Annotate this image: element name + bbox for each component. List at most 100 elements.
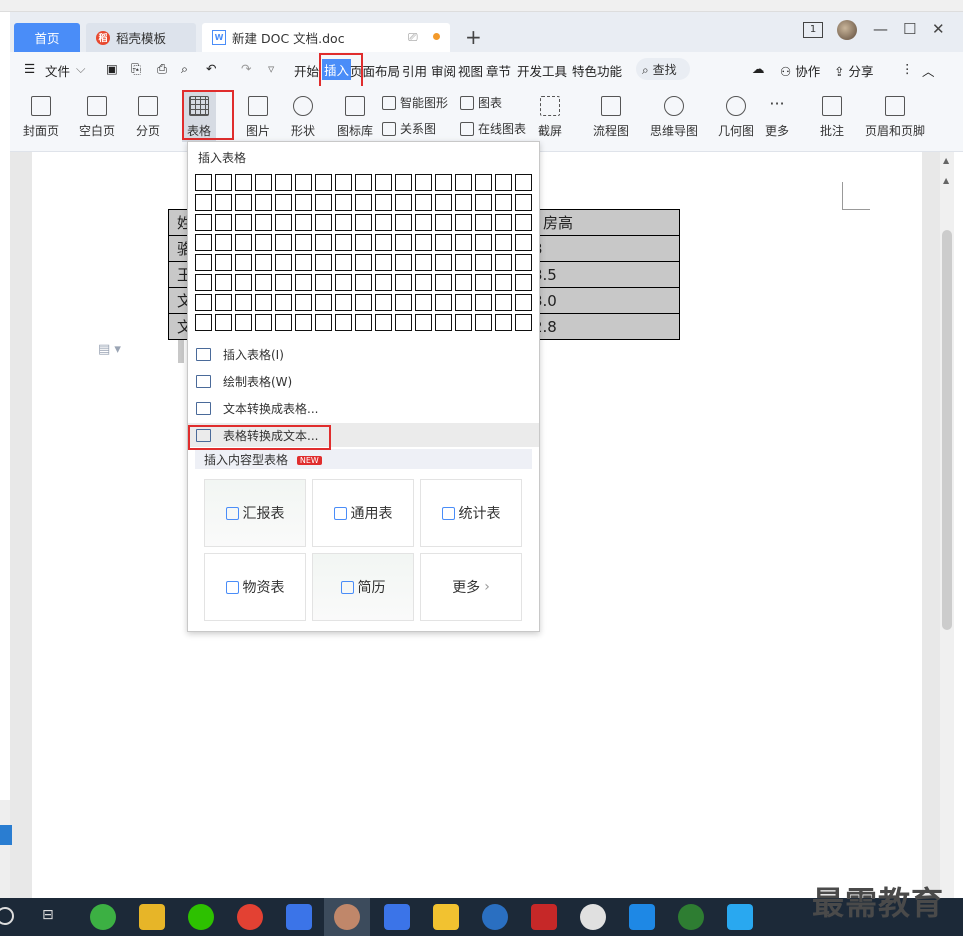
table-size-cell[interactable] xyxy=(315,214,332,231)
save-icon[interactable]: ▣ xyxy=(106,61,118,76)
table-size-cell[interactable] xyxy=(335,314,352,331)
table-size-cell[interactable] xyxy=(235,274,252,291)
card-assets[interactable]: 物资表 xyxy=(204,553,306,621)
table-size-cell[interactable] xyxy=(515,274,532,291)
table-size-cell[interactable] xyxy=(295,214,312,231)
table-size-cell[interactable] xyxy=(455,294,472,311)
menu-chapter[interactable]: 章节 xyxy=(486,61,511,80)
undo-icon[interactable]: ↶ xyxy=(206,61,216,76)
table-size-cell[interactable] xyxy=(495,234,512,251)
table-size-cell[interactable] xyxy=(255,294,272,311)
table-size-cell[interactable] xyxy=(295,174,312,191)
table-size-cell[interactable] xyxy=(195,194,212,211)
table-size-cell[interactable] xyxy=(275,294,292,311)
share-button[interactable]: ⇪ 分享 xyxy=(834,61,873,80)
cover-page-button[interactable]: 封面页 xyxy=(23,94,59,139)
wps-icon[interactable] xyxy=(286,904,312,930)
table-size-cell[interactable] xyxy=(375,314,392,331)
picture-button[interactable]: 图片 xyxy=(246,94,270,139)
scroll-thumb[interactable] xyxy=(942,230,952,630)
table-size-cell[interactable] xyxy=(335,194,352,211)
card-more[interactable]: 更多 › xyxy=(420,553,522,621)
table-size-cell[interactable] xyxy=(455,274,472,291)
table-size-cell[interactable] xyxy=(215,294,232,311)
table-size-cell[interactable] xyxy=(195,234,212,251)
table-size-cell[interactable] xyxy=(235,254,252,271)
table-size-cell[interactable] xyxy=(375,194,392,211)
table-size-cell[interactable] xyxy=(355,194,372,211)
table-size-cell[interactable] xyxy=(415,194,432,211)
wps-office-icon[interactable] xyxy=(384,904,410,930)
table-size-cell[interactable] xyxy=(455,234,472,251)
table-size-cell[interactable] xyxy=(435,274,452,291)
table-size-cell[interactable] xyxy=(495,214,512,231)
card-resume[interactable]: 简历 xyxy=(312,553,414,621)
table-size-cell[interactable] xyxy=(315,274,332,291)
scroll-up-icon[interactable]: ▲ xyxy=(943,156,949,165)
browser-360-icon[interactable] xyxy=(90,904,116,930)
task-view-icon[interactable]: ⊟ xyxy=(42,907,54,923)
table-size-cell[interactable] xyxy=(275,214,292,231)
table-size-cell[interactable] xyxy=(235,234,252,251)
table-size-cell[interactable] xyxy=(395,294,412,311)
preview-icon[interactable]: ⌕ xyxy=(181,61,188,77)
shape-button[interactable]: 形状 xyxy=(291,94,315,139)
icon-library-button[interactable]: 图标库 xyxy=(337,94,373,139)
table-size-cell[interactable] xyxy=(495,294,512,311)
table-size-cell[interactable] xyxy=(295,194,312,211)
comment-button[interactable]: 批注 xyxy=(820,94,844,139)
table-size-cell[interactable] xyxy=(335,254,352,271)
table-size-cell[interactable] xyxy=(255,314,272,331)
table-size-cell[interactable] xyxy=(355,214,372,231)
table-size-cell[interactable] xyxy=(515,174,532,191)
table-size-cell[interactable] xyxy=(375,214,392,231)
menu-devtools[interactable]: 开发工具 xyxy=(517,61,567,80)
table-size-cell[interactable] xyxy=(475,194,492,211)
table-size-cell[interactable] xyxy=(435,234,452,251)
table-size-cell[interactable] xyxy=(275,234,292,251)
collapse-ribbon-icon[interactable]: ︿ xyxy=(922,61,935,80)
table-size-cell[interactable] xyxy=(215,314,232,331)
app-icon[interactable] xyxy=(727,904,753,930)
table-size-cell[interactable] xyxy=(375,294,392,311)
table-size-cell[interactable] xyxy=(195,214,212,231)
cloud-icon[interactable]: ☁ xyxy=(752,61,765,76)
chevron-down-icon[interactable]: ⌵ xyxy=(76,61,85,77)
table-size-cell[interactable] xyxy=(255,254,272,271)
table-size-cell[interactable] xyxy=(475,294,492,311)
vertical-scrollbar[interactable]: ▲ ▲ xyxy=(940,152,954,898)
table-size-cell[interactable] xyxy=(435,194,452,211)
blank-page-button[interactable]: 空白页 xyxy=(79,94,115,139)
flowchart-button[interactable]: 流程图 xyxy=(593,94,629,139)
table-size-cell[interactable] xyxy=(435,214,452,231)
quick-access-dropdown-icon[interactable]: ▿ xyxy=(268,61,274,76)
table-size-cell[interactable] xyxy=(315,234,332,251)
table-size-cell[interactable] xyxy=(375,174,392,191)
table-size-cell[interactable] xyxy=(475,174,492,191)
menu-special[interactable]: 特色功能 xyxy=(572,61,622,80)
table-size-cell[interactable] xyxy=(215,254,232,271)
search-icon[interactable] xyxy=(0,907,14,925)
table-size-cell[interactable] xyxy=(295,274,312,291)
table-size-cell[interactable] xyxy=(455,194,472,211)
tab-home[interactable]: 首页 xyxy=(14,23,80,52)
table-size-cell[interactable] xyxy=(215,214,232,231)
table-size-cell[interactable] xyxy=(495,194,512,211)
table-size-cell[interactable] xyxy=(355,274,372,291)
table-size-cell[interactable] xyxy=(515,314,532,331)
table-cell[interactable]: 房高 xyxy=(528,209,680,236)
table-size-cell[interactable] xyxy=(235,174,252,191)
find-button[interactable]: ⌕ 查找 xyxy=(636,58,690,80)
table-size-cell[interactable] xyxy=(315,314,332,331)
table-size-cell[interactable] xyxy=(375,254,392,271)
card-report[interactable]: 汇报表 xyxy=(204,479,306,547)
table-size-cell[interactable] xyxy=(415,294,432,311)
table-size-cell[interactable] xyxy=(235,294,252,311)
collab-button[interactable]: ⚇ 协作 xyxy=(780,61,820,80)
screenshot-button[interactable]: 截屏 xyxy=(538,94,562,139)
table-size-cell[interactable] xyxy=(215,234,232,251)
table-size-cell[interactable] xyxy=(195,174,212,191)
scroll-up-page-icon[interactable]: ▲ xyxy=(943,176,949,185)
table-size-cell[interactable] xyxy=(415,274,432,291)
table-size-cell[interactable] xyxy=(495,254,512,271)
